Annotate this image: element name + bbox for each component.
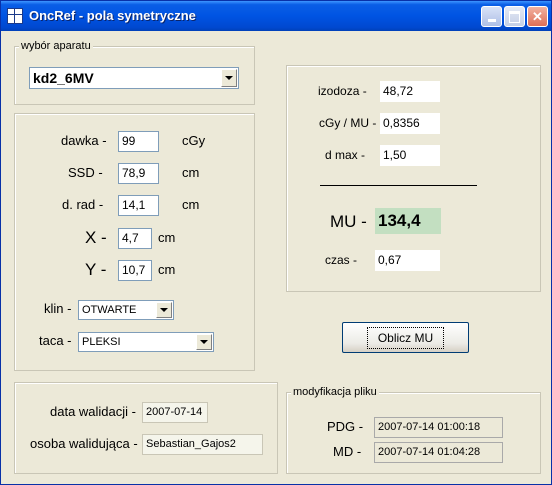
dose-input[interactable]: 99 (118, 131, 159, 152)
taca-dropdown-button[interactable] (196, 334, 212, 350)
taca-select[interactable]: PLEKSI (78, 332, 214, 352)
dmax-value: 1,50 (380, 145, 440, 166)
apparatus-group-caption: wybór aparatu (19, 40, 93, 52)
mu-value: 134,4 (375, 208, 441, 234)
izodoza-label: izodoza - (318, 84, 367, 98)
chevron-down-icon (225, 76, 233, 80)
maximize-icon (509, 10, 520, 23)
pdg-label: PDG - (327, 419, 364, 434)
izodoza-value: 48,72 (380, 81, 440, 102)
validation-date-field[interactable]: 2007-07-14 (142, 402, 208, 423)
taca-label: taca - (39, 333, 72, 348)
md-timestamp-field: 2007-07-14 01:04:28 (374, 442, 503, 463)
klin-select-value: OTWARTE (82, 304, 137, 316)
calculate-mu-button[interactable]: Oblicz MU (342, 322, 469, 353)
main-window: OncRef - pola symetryczne ✕ wybór aparat… (0, 0, 552, 485)
chevron-down-icon (160, 308, 168, 312)
validation-person-field[interactable]: Sebastian_Gajos2 (142, 434, 263, 455)
y-unit: cm (158, 262, 176, 277)
klin-select[interactable]: OTWARTE (78, 300, 174, 320)
apparatus-group: wybór aparatu kd2_6MV (14, 40, 255, 105)
dropdown-arrow-button[interactable] (221, 69, 237, 87)
dose-label: dawka - (61, 133, 107, 148)
validation-date-label: data walidacji - (50, 404, 136, 419)
calculate-mu-label: Oblicz MU (366, 326, 445, 349)
results-group: izodoza - 48,72 cGy / MU - 0,8356 d max … (286, 65, 541, 292)
ssd-unit: cm (182, 165, 200, 180)
drad-unit: cm (182, 197, 200, 212)
y-input[interactable]: 10,7 (118, 260, 152, 281)
dose-unit: cGy (182, 133, 206, 148)
title-bar[interactable]: OncRef - pola symetryczne ✕ (1, 1, 551, 31)
file-modification-caption: modyfikacja pliku (291, 386, 379, 398)
validation-person-label: osoba walidująca - (30, 436, 138, 451)
ssd-input[interactable]: 78,9 (118, 163, 159, 184)
drad-input[interactable]: 14,1 (118, 195, 159, 216)
separator-line (320, 185, 477, 186)
close-button[interactable]: ✕ (527, 6, 548, 27)
x-input[interactable]: 4,7 (118, 228, 152, 249)
window-title: OncRef - pola symetryczne (29, 8, 196, 23)
chevron-down-icon (200, 340, 208, 344)
klin-label: klin - (44, 301, 72, 316)
dmax-label: d max - (325, 148, 366, 162)
minimize-button[interactable] (481, 6, 502, 27)
close-icon: ✕ (532, 9, 543, 24)
cgy-mu-value: 0,8356 (380, 113, 440, 134)
apparatus-select[interactable]: kd2_6MV (29, 67, 239, 89)
mu-label: MU - (330, 212, 367, 231)
parameters-group: dawka - 99 cGy SSD - 78,9 cm d. rad - 14… (14, 113, 255, 371)
x-unit: cm (158, 230, 176, 245)
md-label: MD - (333, 444, 362, 459)
apparatus-select-value: kd2_6MV (33, 70, 94, 86)
drad-label: d. rad - (62, 197, 104, 212)
minimize-icon (487, 19, 496, 22)
ssd-label: SSD - (68, 165, 103, 180)
file-modification-group: modyfikacja pliku PDG - 2007-07-14 01:00… (286, 386, 541, 474)
klin-dropdown-button[interactable] (156, 302, 172, 318)
czas-value: 0,67 (375, 250, 440, 271)
pdg-timestamp-field: 2007-07-14 01:00:18 (374, 417, 503, 438)
app-icon (7, 8, 23, 24)
cgy-mu-label: cGy / MU - (319, 116, 377, 130)
y-label: Y - (85, 260, 107, 279)
czas-label: czas - (325, 253, 358, 267)
taca-select-value: PLEKSI (82, 336, 121, 348)
maximize-button[interactable] (504, 6, 525, 27)
validation-group: data walidacji - 2007-07-14 osoba walidu… (14, 382, 278, 474)
x-label: X - (85, 228, 107, 247)
